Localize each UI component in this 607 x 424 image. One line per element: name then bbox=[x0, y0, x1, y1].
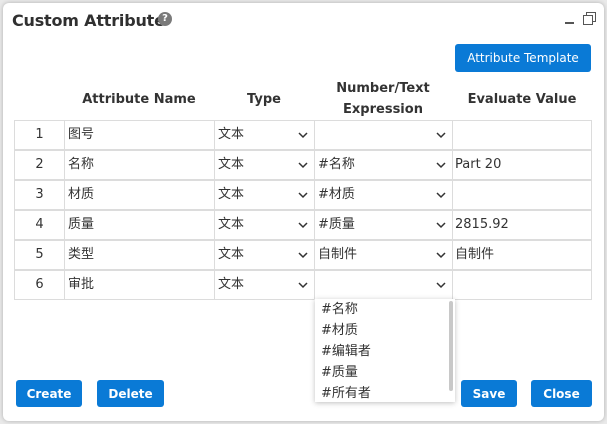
chevron-down-icon bbox=[436, 192, 446, 199]
expression-select[interactable]: #名称 bbox=[314, 150, 453, 180]
table-row: 5 类型 文本 自制件 自制件 bbox=[14, 240, 592, 270]
chevron-down-icon bbox=[298, 132, 308, 139]
type-select[interactable]: 文本 bbox=[214, 240, 315, 270]
expression-select[interactable] bbox=[314, 270, 453, 300]
expression-select[interactable]: #材质 bbox=[314, 180, 453, 210]
dropdown-option[interactable]: #编辑者 bbox=[315, 341, 455, 362]
row-index: 1 bbox=[14, 120, 65, 150]
evaluate-value-cell: 自制件 bbox=[452, 240, 592, 270]
type-value: 文本 bbox=[218, 277, 245, 292]
close-button[interactable]: Close bbox=[531, 380, 592, 407]
table-row: 4 质量 文本 #质量 2815.92 bbox=[14, 210, 592, 240]
expression-value: #名称 bbox=[318, 157, 355, 172]
type-value: 文本 bbox=[218, 187, 245, 202]
type-select[interactable]: 文本 bbox=[214, 180, 315, 210]
dropdown-option[interactable]: #质量 bbox=[315, 362, 455, 383]
create-button[interactable]: Create bbox=[16, 380, 82, 407]
chevron-down-icon bbox=[436, 132, 446, 139]
row-index: 3 bbox=[14, 180, 65, 210]
row-index: 4 bbox=[14, 210, 65, 240]
expression-value: #质量 bbox=[318, 217, 355, 232]
table-row: 6 审批 文本 bbox=[14, 270, 592, 300]
type-value: 文本 bbox=[218, 217, 245, 232]
table-row: 2 名称 文本 #名称 Part 20 bbox=[14, 150, 592, 180]
table-row: 3 材质 文本 #材质 bbox=[14, 180, 592, 210]
custom-attribute-dialog: Custom Attribute ? Attribute Template At… bbox=[3, 3, 604, 421]
expression-dropdown-list: #名称 #材质 #编辑者 #质量 #所有者 bbox=[315, 299, 455, 402]
header-evaluate-value: Evaluate Value bbox=[467, 92, 577, 107]
chevron-down-icon bbox=[436, 282, 446, 289]
type-select[interactable]: 文本 bbox=[214, 120, 315, 150]
dialog-title: Custom Attribute bbox=[12, 11, 165, 30]
attribute-name-cell[interactable]: 质量 bbox=[64, 210, 215, 240]
evaluate-value-cell bbox=[452, 180, 592, 210]
chevron-down-icon bbox=[436, 252, 446, 259]
help-icon[interactable]: ? bbox=[158, 12, 172, 26]
row-index: 6 bbox=[14, 270, 65, 300]
minimize-icon[interactable] bbox=[565, 22, 574, 24]
header-expression-line2: Expression bbox=[343, 102, 423, 117]
type-value: 文本 bbox=[218, 247, 245, 262]
header-attribute-name: Attribute Name bbox=[82, 92, 196, 107]
evaluate-value-cell bbox=[452, 270, 592, 300]
chevron-down-icon bbox=[436, 162, 446, 169]
row-index: 2 bbox=[14, 150, 65, 180]
expression-select[interactable]: #质量 bbox=[314, 210, 453, 240]
restore-icon[interactable] bbox=[583, 12, 596, 25]
dropdown-scrollbar[interactable] bbox=[449, 301, 453, 391]
chevron-down-icon bbox=[298, 162, 308, 169]
expression-select[interactable]: 自制件 bbox=[314, 240, 453, 270]
type-value: 文本 bbox=[218, 127, 245, 142]
attribute-template-button[interactable]: Attribute Template bbox=[455, 44, 591, 72]
delete-button[interactable]: Delete bbox=[97, 380, 164, 407]
attribute-name-cell[interactable]: 材质 bbox=[64, 180, 215, 210]
row-index: 5 bbox=[14, 240, 65, 270]
type-select[interactable]: 文本 bbox=[214, 270, 315, 300]
chevron-down-icon bbox=[298, 282, 308, 289]
dropdown-option[interactable]: #材质 bbox=[315, 320, 455, 341]
attribute-name-cell[interactable]: 类型 bbox=[64, 240, 215, 270]
chevron-down-icon bbox=[298, 252, 308, 259]
attribute-name-cell[interactable]: 名称 bbox=[64, 150, 215, 180]
dropdown-option[interactable]: #所有者 bbox=[315, 383, 455, 402]
attribute-name-cell[interactable]: 图号 bbox=[64, 120, 215, 150]
expression-select[interactable] bbox=[314, 120, 453, 150]
attribute-name-cell[interactable]: 审批 bbox=[64, 270, 215, 300]
chevron-down-icon bbox=[436, 222, 446, 229]
dropdown-option[interactable]: #名称 bbox=[315, 299, 455, 320]
type-value: 文本 bbox=[218, 157, 245, 172]
evaluate-value-cell: 2815.92 bbox=[452, 210, 592, 240]
type-select[interactable]: 文本 bbox=[214, 150, 315, 180]
chevron-down-icon bbox=[298, 222, 308, 229]
chevron-down-icon bbox=[298, 192, 308, 199]
table-row: 1 图号 文本 bbox=[14, 120, 592, 150]
type-select[interactable]: 文本 bbox=[214, 210, 315, 240]
header-type: Type bbox=[247, 92, 281, 107]
expression-value: 自制件 bbox=[318, 247, 358, 262]
save-button[interactable]: Save bbox=[461, 380, 517, 407]
expression-value: #材质 bbox=[318, 187, 355, 202]
evaluate-value-cell bbox=[452, 120, 592, 150]
evaluate-value-cell: Part 20 bbox=[452, 150, 592, 180]
header-expression-line1: Number/Text bbox=[336, 81, 430, 96]
